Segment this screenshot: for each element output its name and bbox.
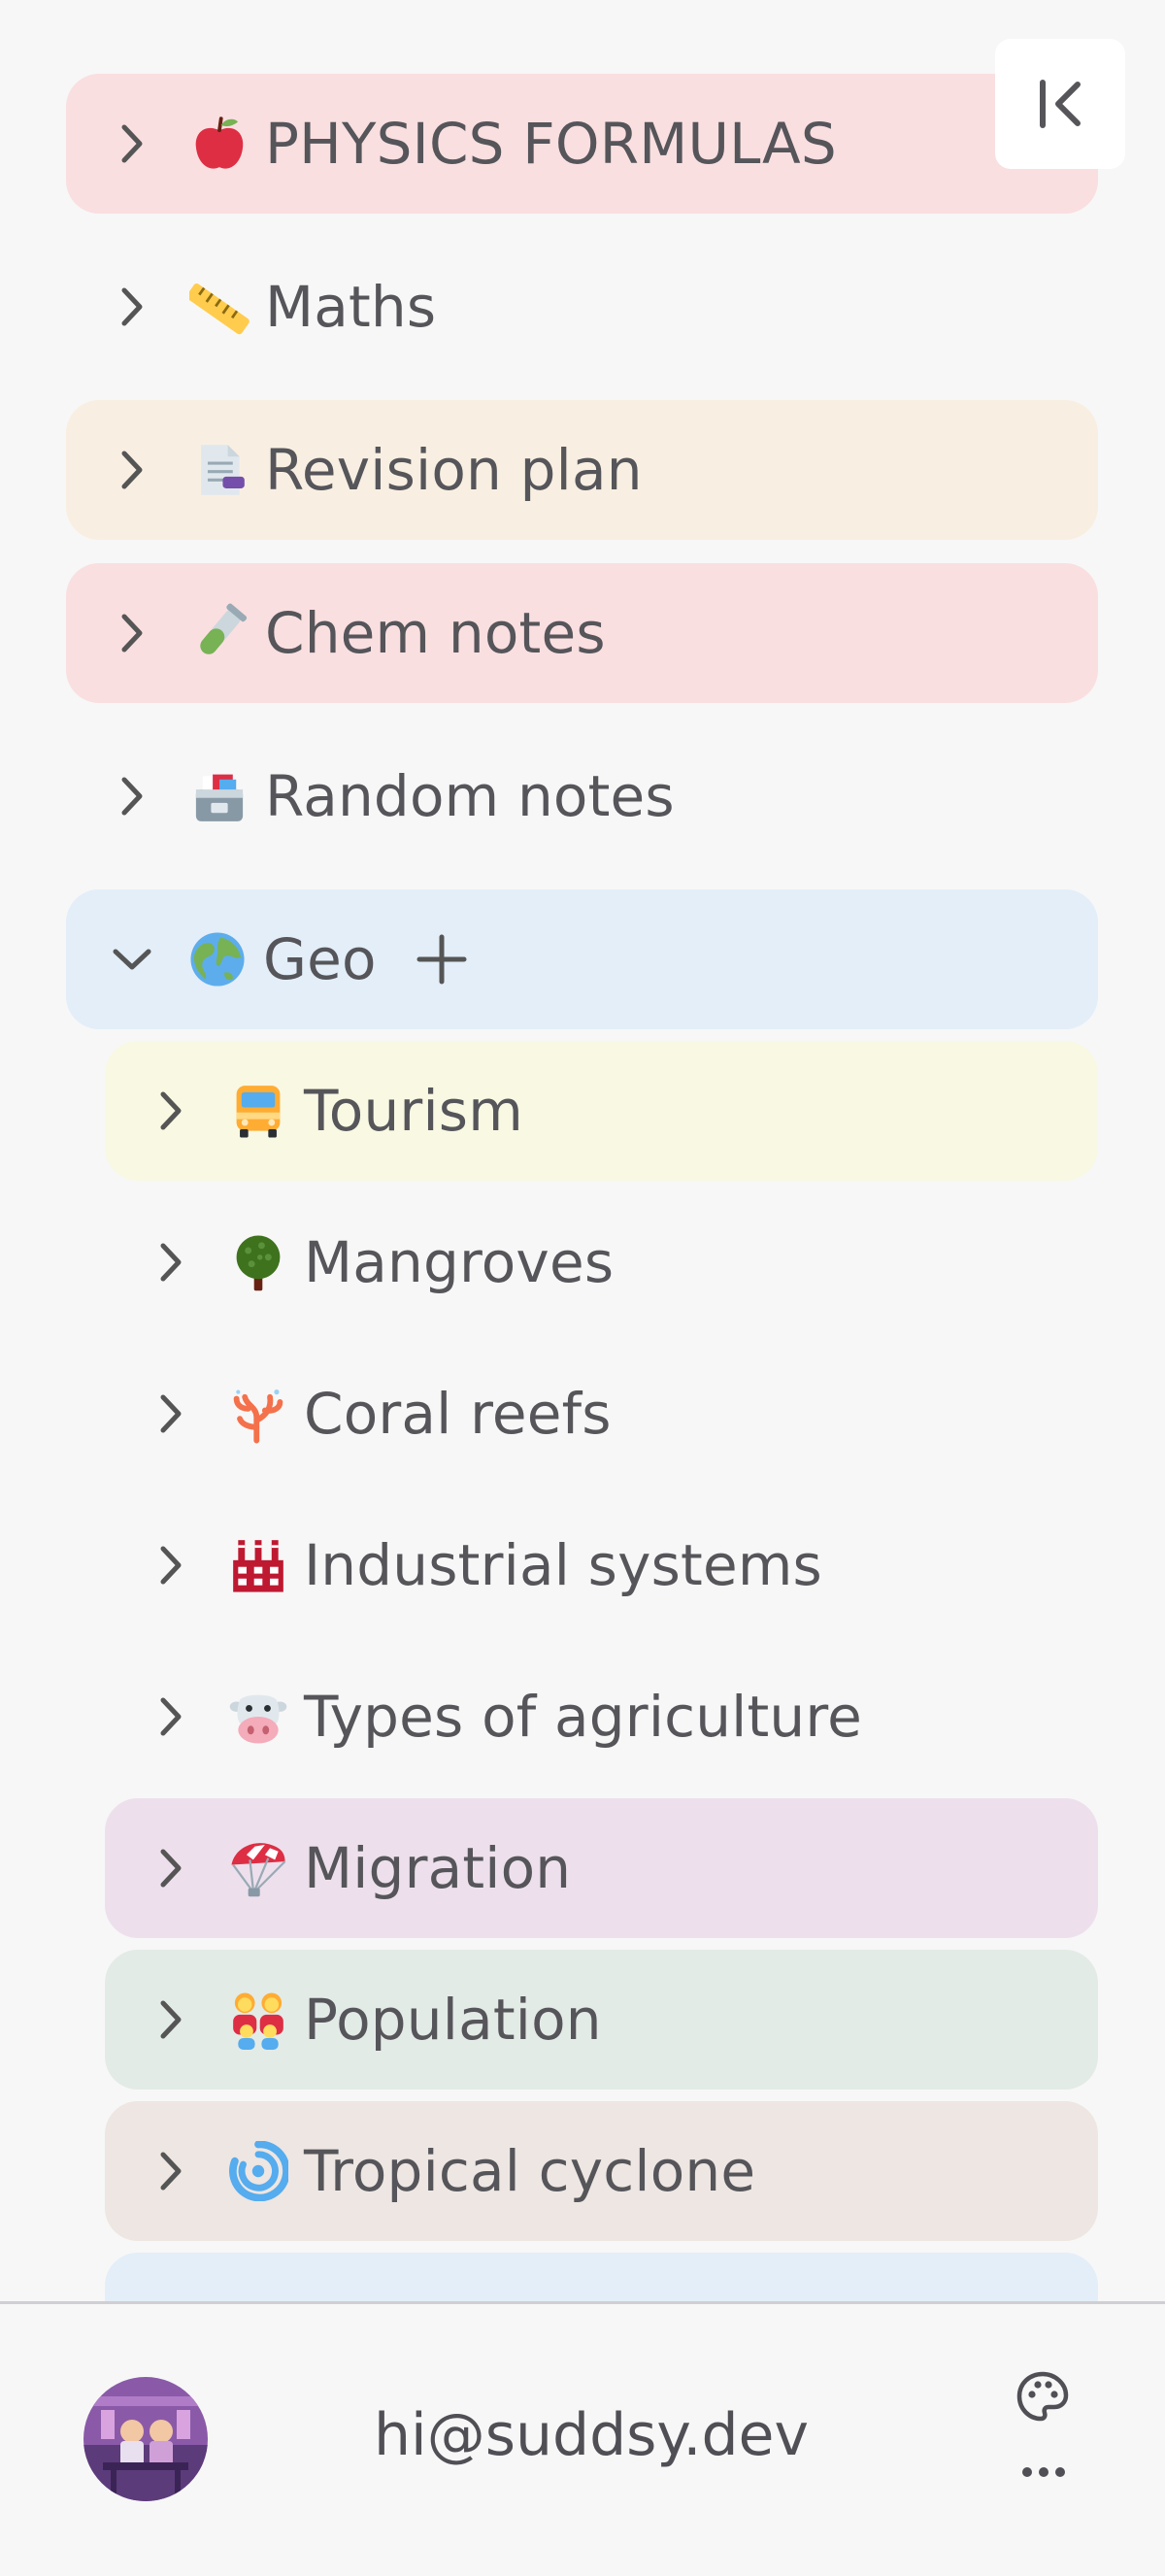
chevron-right-icon[interactable]	[112, 450, 152, 490]
tree-icon	[228, 1232, 288, 1292]
red-apple-icon	[189, 114, 250, 174]
sidebar-item-tropical-cyclone[interactable]: Tropical cyclone	[105, 2101, 1098, 2241]
sidebar: PHYSICS FORMULAS Maths Revision plan Che…	[0, 0, 1165, 2301]
sidebar-item-label: Revision plan	[265, 437, 643, 503]
sidebar-item-label: Industrial systems	[304, 1532, 822, 1598]
chevron-right-icon[interactable]	[150, 1242, 191, 1283]
test-tube-icon	[189, 603, 250, 663]
parachute-icon	[228, 1838, 288, 1898]
sidebar-item-random-notes[interactable]: Random notes	[66, 726, 1098, 866]
chevron-right-icon[interactable]	[150, 1696, 191, 1737]
coral-icon	[228, 1384, 288, 1444]
sidebar-item-label: Geo	[263, 926, 377, 992]
sidebar-item-label: Tropical cyclone	[304, 2138, 756, 2204]
cyclone-icon	[228, 2141, 288, 2201]
sidebar-item-label: Population	[304, 1987, 602, 2053]
sidebar-item-label: Chem notes	[265, 600, 606, 666]
sidebar-item-partial[interactable]	[105, 2253, 1098, 2301]
sidebar-item-maths[interactable]: Maths	[66, 237, 1098, 377]
chevron-right-icon[interactable]	[150, 1999, 191, 2040]
sidebar-item-revision-plan[interactable]: Revision plan	[66, 400, 1098, 540]
sidebar-footer: hi@suddsy.dev	[0, 2301, 1165, 2576]
family-icon	[228, 1990, 288, 2050]
sidebar-item-label: PHYSICS FORMULAS	[265, 111, 837, 177]
document-icon	[189, 440, 250, 500]
sidebar-item-label: Maths	[265, 274, 437, 340]
sidebar-item-geo[interactable]: Geo	[66, 889, 1098, 1029]
sidebar-item-label: Coral reefs	[304, 1381, 612, 1447]
add-page-icon[interactable]	[416, 933, 468, 986]
sidebar-item-types-of-agriculture[interactable]: Types of agriculture	[105, 1647, 1098, 1787]
avatar[interactable]	[83, 2377, 208, 2501]
sidebar-item-label: Tourism	[304, 1078, 523, 1144]
sidebar-item-chem-notes[interactable]: Chem notes	[66, 563, 1098, 703]
sidebar-item-mangroves[interactable]: Mangroves	[105, 1192, 1098, 1332]
chevron-right-icon[interactable]	[150, 1393, 191, 1434]
sidebar-item-population[interactable]: Population	[105, 1950, 1098, 2090]
chevron-right-icon[interactable]	[112, 613, 152, 653]
sidebar-item-label: Migration	[304, 1835, 572, 1901]
chevron-right-icon[interactable]	[150, 1545, 191, 1586]
sidebar-item-tourism[interactable]: Tourism	[105, 1041, 1098, 1181]
collapse-sidebar-icon	[1031, 75, 1089, 133]
sidebar-item-migration[interactable]: Migration	[105, 1798, 1098, 1938]
chevron-right-icon[interactable]	[112, 286, 152, 327]
more-icon[interactable]	[1021, 2464, 1066, 2480]
chevron-right-icon[interactable]	[150, 1848, 191, 1889]
account-email: hi@suddsy.dev	[374, 2401, 809, 2469]
chevron-right-icon[interactable]	[112, 123, 152, 164]
globe-icon	[187, 929, 248, 989]
palette-icon[interactable]	[1015, 2370, 1070, 2425]
factory-icon	[228, 1535, 288, 1595]
sidebar-item-label: Types of agriculture	[304, 1684, 863, 1750]
sidebar-item-label: Mangroves	[304, 1229, 615, 1295]
sidebar-item-label: Random notes	[265, 763, 675, 829]
sidebar-item-coral-reefs[interactable]: Coral reefs	[105, 1344, 1098, 1484]
collapse-sidebar-button[interactable]	[995, 39, 1125, 169]
chevron-right-icon[interactable]	[112, 776, 152, 817]
chevron-right-icon[interactable]	[150, 2151, 191, 2191]
ruler-icon	[189, 277, 250, 337]
sidebar-item-industrial-systems[interactable]: Industrial systems	[105, 1495, 1098, 1635]
chevron-right-icon[interactable]	[150, 1090, 191, 1131]
card-file-box-icon	[189, 766, 250, 826]
sidebar-item-physics-formulas[interactable]: PHYSICS FORMULAS	[66, 74, 1098, 214]
chevron-down-icon[interactable]	[112, 939, 152, 980]
cow-icon	[228, 1687, 288, 1747]
bus-icon	[228, 1081, 288, 1141]
